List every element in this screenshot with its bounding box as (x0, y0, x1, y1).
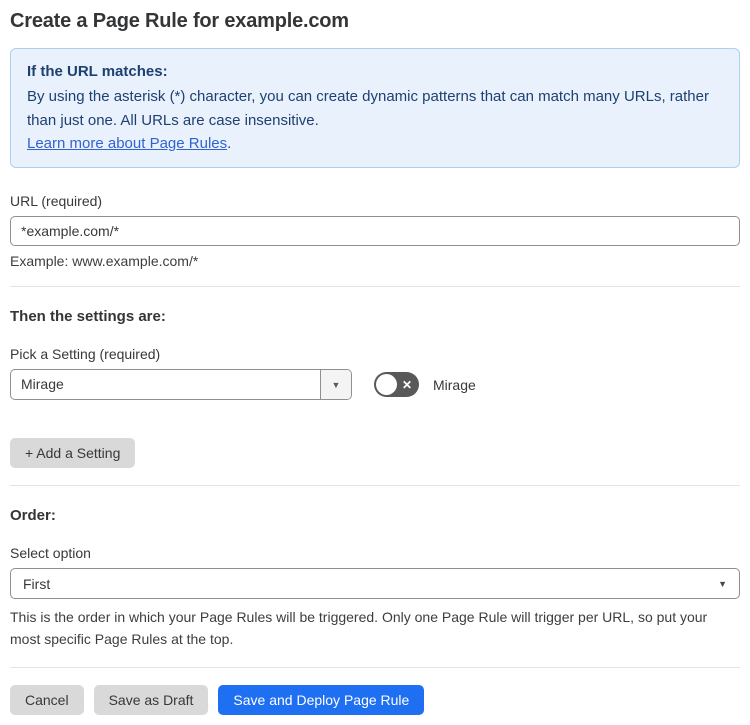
divider (10, 485, 740, 486)
toggle-label: Mirage (433, 376, 476, 393)
save-draft-button[interactable]: Save as Draft (93, 685, 209, 716)
x-icon: ✕ (402, 377, 413, 392)
url-label: URL (required) (10, 193, 103, 209)
pick-setting-label: Pick a Setting (required) (10, 346, 161, 362)
setting-row: Mirage ▼ ✕ Mirage (10, 369, 740, 400)
divider (10, 286, 740, 287)
mirage-toggle[interactable]: ✕ (374, 372, 419, 397)
setting-select[interactable]: Mirage ▼ (10, 369, 352, 400)
order-select[interactable]: First ▼ (10, 568, 740, 599)
url-input[interactable] (10, 216, 740, 246)
chevron-down-icon: ▼ (718, 578, 727, 589)
setting-select-value: Mirage (21, 376, 64, 392)
learn-more-link[interactable]: Learn more about Page Rules (27, 135, 227, 152)
cancel-button[interactable]: Cancel (10, 685, 84, 716)
save-deploy-button[interactable]: Save and Deploy Page Rule (218, 685, 425, 716)
order-select-value: First (23, 575, 51, 592)
settings-section-heading: Then the settings are: (10, 308, 166, 325)
order-helper-text: This is the order in which your Page Rul… (10, 609, 708, 647)
order-section-heading: Order: (10, 507, 56, 524)
link-suffix: . (227, 134, 232, 152)
footer-actions: Cancel Save as Draft Save and Deploy Pag… (10, 685, 740, 716)
page-title: Create a Page Rule for example.com (10, 10, 349, 32)
url-helper-text: Example: www.example.com/* (10, 253, 199, 269)
divider (10, 667, 740, 669)
info-box-body: By using the asterisk (*) character, you… (27, 88, 709, 129)
toggle-knob (376, 374, 397, 395)
info-box-link-line: Learn more about Page Rules. (27, 132, 723, 155)
url-match-info-box: If the URL matches: By using the asteris… (10, 48, 740, 168)
select-option-label: Select option (10, 545, 91, 561)
chevron-down-icon: ▼ (320, 370, 351, 399)
info-box-heading: If the URL matches: (27, 63, 168, 80)
add-setting-button[interactable]: + Add a Setting (10, 438, 136, 468)
